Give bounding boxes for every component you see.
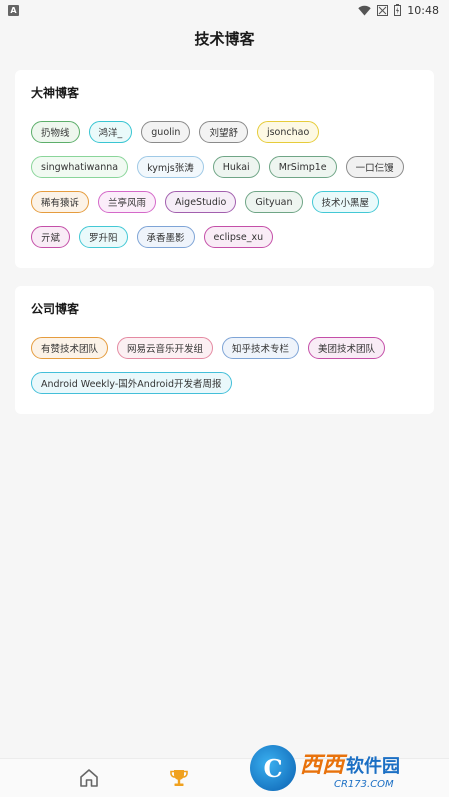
home-icon bbox=[80, 769, 98, 787]
nav-trophy[interactable] bbox=[166, 765, 192, 791]
company-blog-tag[interactable]: 有赞技术团队 bbox=[31, 337, 109, 359]
dashen-blog-tag[interactable]: AigeStudio bbox=[165, 191, 237, 213]
dashen-blog-tag[interactable]: 兰亭风雨 bbox=[98, 191, 157, 213]
dashen-blog-tag-row: 稀有猿诉 兰亭风雨 AigeStudio Gityuan 技术小黑屋 bbox=[31, 191, 418, 213]
dashen-blog-tag[interactable]: Gityuan bbox=[245, 191, 303, 213]
app-header: 技术博客 bbox=[0, 20, 449, 56]
dashen-blog-tag[interactable]: jsonchao bbox=[256, 121, 320, 143]
dashen-blog-tag[interactable]: 刘望舒 bbox=[199, 121, 248, 143]
dashen-blog-tag[interactable]: eclipse_xu bbox=[203, 226, 274, 248]
dashen-blog-tag[interactable]: MrSimp1e bbox=[268, 156, 337, 178]
dashen-blog-tag[interactable]: 一口仨馒 bbox=[345, 156, 404, 178]
company-blog-tag[interactable]: Android Weekly-国外Android开发者周报 bbox=[31, 372, 232, 394]
company-blog-tag-row: Android Weekly-国外Android开发者周报 bbox=[31, 372, 418, 394]
dashen-blog-tag[interactable]: 稀有猿诉 bbox=[31, 191, 90, 213]
battery-icon bbox=[394, 4, 402, 16]
watermark-text: 西西 软件园 CR173.COM bbox=[300, 747, 400, 790]
status-right: 10:48 bbox=[358, 4, 439, 17]
status-bar: A 10:48 bbox=[0, 0, 449, 20]
page-title: 技术博客 bbox=[194, 29, 255, 48]
dashen-blog-title: 大神博客 bbox=[31, 86, 80, 100]
trophy-icon bbox=[170, 770, 188, 786]
dashen-blog-tag[interactable]: 技术小黑屋 bbox=[311, 191, 380, 213]
signal-off-icon bbox=[377, 4, 389, 16]
dashen-blog-tag[interactable]: 扔物线 bbox=[31, 121, 80, 143]
company-blog-card: 公司博客 有赞技术团队 网易云音乐开发组 知乎技术专栏 美团技术团队 Android W… bbox=[15, 286, 434, 414]
company-blog-tag-row: 有赞技术团队 网易云音乐开发组 知乎技术专栏 美团技术团队 bbox=[31, 337, 418, 359]
dashen-blog-tag[interactable]: guolin bbox=[141, 121, 191, 143]
dashen-blog-tag[interactable]: kymjs张涛 bbox=[137, 156, 204, 178]
dashen-blog-tag-row: 亓斌 罗升阳 承香墨影 eclipse_xu bbox=[31, 226, 418, 248]
dashen-tag-list: 扔物线 鸿洋_ guolin 刘望舒 jsonchao singwhatiwanna kym… bbox=[31, 121, 418, 248]
watermark-url: CR173.COM bbox=[334, 778, 394, 790]
company-blog-tag[interactable]: 知乎技术专栏 bbox=[222, 337, 300, 359]
status-left: A bbox=[8, 4, 19, 16]
dashen-blog-card: 大神博客 扔物线 鸿洋_ guolin 刘望舒 jsonchao singwhatiwan… bbox=[15, 70, 434, 268]
wifi-icon bbox=[358, 5, 371, 15]
watermark-logo-icon: C bbox=[250, 745, 296, 791]
company-blog-tag[interactable]: 网易云音乐开发组 bbox=[117, 337, 214, 359]
site-watermark: C 西西 软件园 CR173.COM bbox=[250, 742, 440, 794]
watermark-brand-blue: 软件园 bbox=[346, 755, 401, 777]
dashen-blog-tag[interactable]: 亓斌 bbox=[31, 226, 71, 248]
dashen-blog-tag[interactable]: singwhatiwanna bbox=[31, 156, 129, 178]
dashen-blog-tag[interactable]: 承香墨影 bbox=[136, 226, 195, 248]
watermark-brand-orange: 西西 bbox=[300, 752, 345, 778]
watermark-brand: 西西 软件园 bbox=[300, 747, 400, 779]
notification-a-icon: A bbox=[8, 4, 19, 16]
dashen-blog-tag-row: 扔物线 鸿洋_ guolin 刘望舒 jsonchao bbox=[31, 121, 418, 143]
company-tag-list: 有赞技术团队 网易云音乐开发组 知乎技术专栏 美团技术团队 Android Weekly… bbox=[31, 337, 418, 394]
status-time: 10:48 bbox=[407, 3, 439, 17]
dashen-blog-tag[interactable]: 鸿洋_ bbox=[88, 121, 133, 143]
dashen-blog-tag-row: singwhatiwanna kymjs张涛 Hukai MrSimp1e 一口仨馒 bbox=[31, 156, 418, 178]
dashen-blog-tag[interactable]: Hukai bbox=[212, 156, 260, 178]
dashen-blog-tag[interactable]: 罗升阳 bbox=[79, 226, 128, 248]
nav-home[interactable] bbox=[76, 765, 102, 791]
company-blog-tag[interactable]: 美团技术团队 bbox=[308, 337, 386, 359]
company-blog-title: 公司博客 bbox=[31, 302, 80, 316]
